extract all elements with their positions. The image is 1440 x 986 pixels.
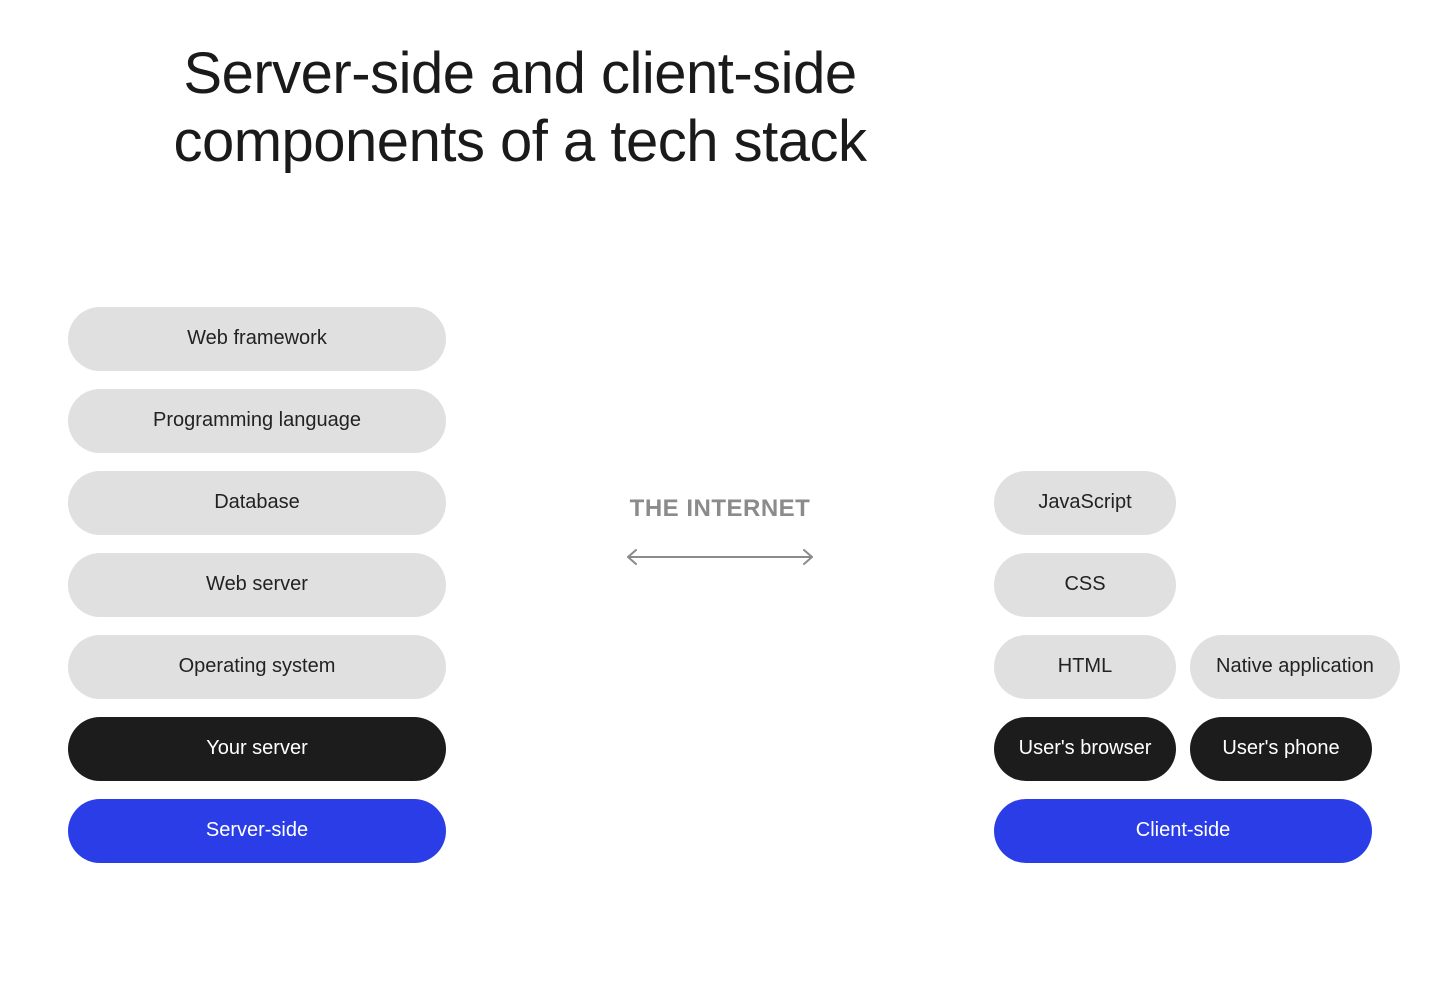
middle-connector: THE INTERNET — [446, 495, 994, 675]
pill-operating-system: Operating system — [68, 635, 446, 699]
pill-database: Database — [68, 471, 446, 535]
diagram-title: Server-side and client-side components o… — [60, 40, 980, 177]
bidirectional-arrow-icon — [620, 549, 820, 565]
client-column: JavaScript CSS HTML Native application U… — [994, 471, 1372, 863]
pill-client-side: Client-side — [994, 799, 1372, 863]
internet-label: THE INTERNET — [630, 495, 811, 523]
pill-your-server: Your server — [68, 717, 446, 781]
client-html-native-row: HTML Native application — [994, 635, 1400, 699]
diagram-container: Web framework Programming language Datab… — [60, 307, 1380, 863]
server-column: Web framework Programming language Datab… — [68, 307, 446, 863]
pill-css: CSS — [994, 553, 1176, 617]
pill-server-side: Server-side — [68, 799, 446, 863]
pill-native-application: Native application — [1190, 635, 1400, 699]
pill-javascript: JavaScript — [994, 471, 1176, 535]
pill-users-browser: User's browser — [994, 717, 1176, 781]
pill-web-server: Web server — [68, 553, 446, 617]
pill-web-framework: Web framework — [68, 307, 446, 371]
pill-programming-language: Programming language — [68, 389, 446, 453]
pill-users-phone: User's phone — [1190, 717, 1372, 781]
client-hosts-row: User's browser User's phone — [994, 717, 1372, 781]
pill-html: HTML — [994, 635, 1176, 699]
client-browser-stack: JavaScript CSS HTML Native application — [994, 471, 1372, 699]
